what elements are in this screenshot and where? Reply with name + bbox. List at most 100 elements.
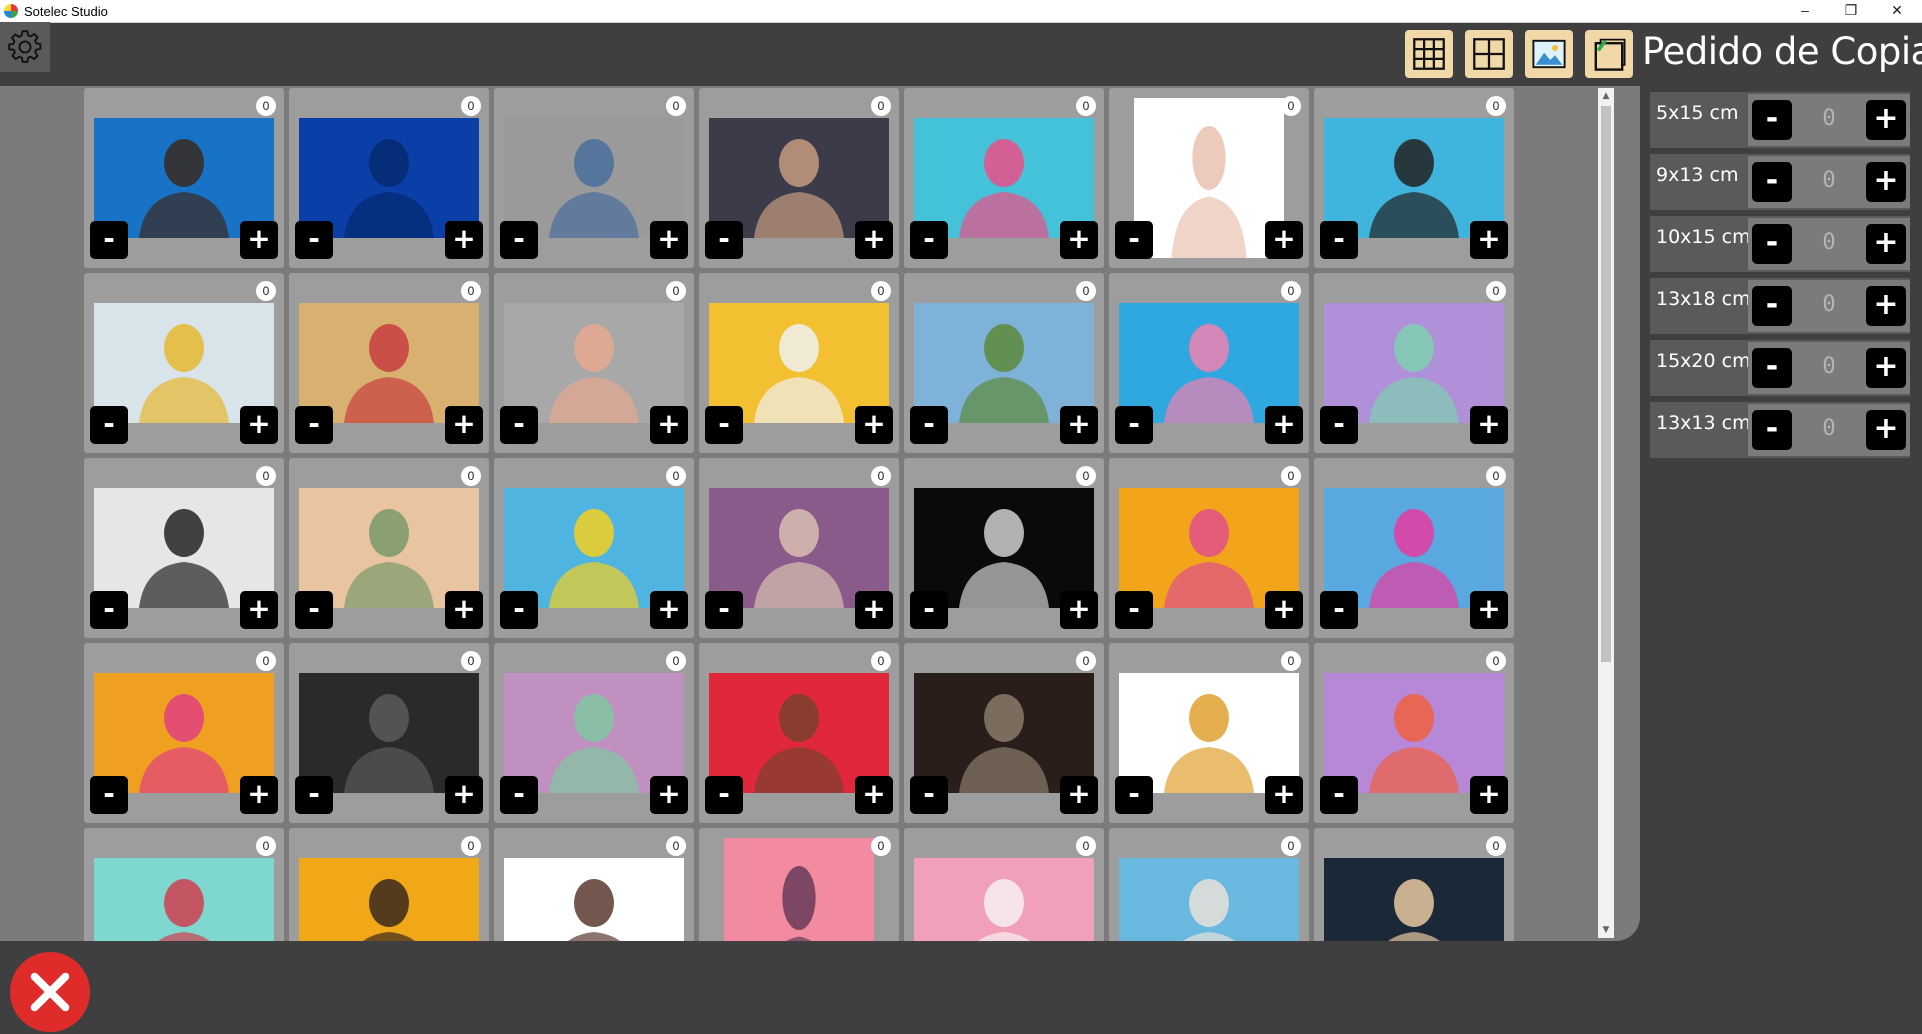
photo-cell[interactable]: 0-+ bbox=[1314, 458, 1514, 638]
photo-thumbnail[interactable] bbox=[724, 838, 874, 941]
size-quantity-field[interactable]: 0 bbox=[1792, 292, 1866, 317]
photo-increment-button[interactable]: + bbox=[1060, 776, 1098, 814]
photo-thumbnail[interactable] bbox=[1324, 303, 1504, 423]
photo-thumbnail[interactable] bbox=[94, 118, 274, 238]
photo-decrement-button[interactable]: - bbox=[705, 221, 743, 259]
photo-cell[interactable]: 0-+ bbox=[1314, 828, 1514, 941]
photo-cell[interactable]: 0-+ bbox=[699, 88, 899, 268]
photo-increment-button[interactable]: + bbox=[1470, 776, 1508, 814]
photo-cell[interactable]: 0-+ bbox=[84, 643, 284, 823]
photo-increment-button[interactable]: + bbox=[240, 406, 278, 444]
photo-cell[interactable]: 0-+ bbox=[84, 273, 284, 453]
photo-decrement-button[interactable]: - bbox=[90, 591, 128, 629]
photo-cell[interactable]: 0-+ bbox=[1109, 828, 1309, 941]
photo-thumbnail[interactable] bbox=[299, 858, 479, 941]
photo-thumbnail[interactable] bbox=[299, 673, 479, 793]
photo-increment-button[interactable]: + bbox=[240, 591, 278, 629]
size-decrement-button[interactable]: - bbox=[1752, 224, 1792, 264]
photo-increment-button[interactable]: + bbox=[240, 776, 278, 814]
photo-thumbnail[interactable] bbox=[94, 858, 274, 941]
photo-decrement-button[interactable]: - bbox=[295, 591, 333, 629]
photo-cell[interactable]: 0-+ bbox=[494, 643, 694, 823]
photo-thumbnail[interactable] bbox=[504, 858, 684, 941]
close-window-button[interactable]: ✕ bbox=[1874, 0, 1920, 22]
grid-small-view-button[interactable] bbox=[1465, 30, 1513, 78]
photo-increment-button[interactable]: + bbox=[445, 591, 483, 629]
size-quantity-field[interactable]: 0 bbox=[1792, 230, 1866, 255]
photo-decrement-button[interactable]: - bbox=[1115, 591, 1153, 629]
photo-cell[interactable]: 0-+ bbox=[84, 88, 284, 268]
size-decrement-button[interactable]: - bbox=[1752, 410, 1792, 450]
size-decrement-button[interactable]: - bbox=[1752, 100, 1792, 140]
photo-gallery[interactable]: 0- +0- +0- +0- +0- +0- +0- +0- +0- +0- +0- +0- +0- +0… bbox=[0, 86, 1640, 941]
photo-thumbnail[interactable] bbox=[1324, 858, 1504, 941]
photo-decrement-button[interactable]: - bbox=[705, 776, 743, 814]
photo-thumbnail[interactable] bbox=[709, 118, 889, 238]
photo-increment-button[interactable]: + bbox=[1470, 406, 1508, 444]
photo-decrement-button[interactable]: - bbox=[295, 776, 333, 814]
photo-thumbnail[interactable] bbox=[1324, 118, 1504, 238]
photo-cell[interactable]: 0-+ bbox=[904, 828, 1104, 941]
size-decrement-button[interactable]: - bbox=[1752, 348, 1792, 388]
photo-cell[interactable]: 0-+ bbox=[1109, 88, 1309, 268]
settings-button[interactable] bbox=[0, 22, 50, 72]
photo-cell[interactable]: 0-+ bbox=[84, 458, 284, 638]
photo-thumbnail[interactable] bbox=[504, 488, 684, 608]
photo-cell[interactable]: 0-+ bbox=[904, 643, 1104, 823]
photo-decrement-button[interactable]: - bbox=[1115, 221, 1153, 259]
photo-thumbnail[interactable] bbox=[94, 303, 274, 423]
photo-cell[interactable]: 0-+ bbox=[494, 273, 694, 453]
photo-decrement-button[interactable]: - bbox=[1115, 776, 1153, 814]
photo-cell[interactable]: 0-+ bbox=[494, 828, 694, 941]
size-quantity-field[interactable]: 0 bbox=[1792, 354, 1866, 379]
photo-cell[interactable]: 0-+ bbox=[84, 828, 284, 941]
photo-increment-button[interactable]: + bbox=[445, 776, 483, 814]
photo-thumbnail[interactable] bbox=[1119, 488, 1299, 608]
photo-decrement-button[interactable]: - bbox=[910, 406, 948, 444]
photo-increment-button[interactable]: + bbox=[855, 591, 893, 629]
photo-cell[interactable]: 0-+ bbox=[1109, 273, 1309, 453]
photo-thumbnail[interactable] bbox=[914, 303, 1094, 423]
size-increment-button[interactable]: + bbox=[1866, 410, 1906, 450]
size-increment-button[interactable]: + bbox=[1866, 224, 1906, 264]
photo-decrement-button[interactable]: - bbox=[1115, 406, 1153, 444]
photo-cell[interactable]: 0-+ bbox=[904, 273, 1104, 453]
photo-cell[interactable]: 0-+ bbox=[289, 458, 489, 638]
photo-thumbnail[interactable] bbox=[299, 303, 479, 423]
size-increment-button[interactable]: + bbox=[1866, 100, 1906, 140]
select-all-button[interactable] bbox=[1585, 30, 1633, 78]
photo-decrement-button[interactable]: - bbox=[1320, 406, 1358, 444]
photo-cell[interactable]: 0-+ bbox=[904, 458, 1104, 638]
photo-cell[interactable]: 0-+ bbox=[699, 273, 899, 453]
photo-increment-button[interactable]: + bbox=[240, 221, 278, 259]
photo-thumbnail[interactable] bbox=[299, 488, 479, 608]
photo-increment-button[interactable]: + bbox=[1060, 221, 1098, 259]
photo-thumbnail[interactable] bbox=[504, 673, 684, 793]
photo-decrement-button[interactable]: - bbox=[705, 591, 743, 629]
photo-increment-button[interactable]: + bbox=[1265, 776, 1303, 814]
scroll-up-arrow-icon[interactable]: ▲ bbox=[1598, 88, 1614, 104]
photo-decrement-button[interactable]: - bbox=[910, 221, 948, 259]
photo-decrement-button[interactable]: - bbox=[1320, 221, 1358, 259]
photo-increment-button[interactable]: + bbox=[650, 221, 688, 259]
photo-thumbnail[interactable] bbox=[709, 303, 889, 423]
photo-increment-button[interactable]: + bbox=[855, 406, 893, 444]
photo-thumbnail[interactable] bbox=[1119, 673, 1299, 793]
photo-increment-button[interactable]: + bbox=[650, 591, 688, 629]
photo-decrement-button[interactable]: - bbox=[500, 776, 538, 814]
photo-decrement-button[interactable]: - bbox=[1320, 591, 1358, 629]
photo-thumbnail[interactable] bbox=[709, 673, 889, 793]
photo-cell[interactable]: 0-+ bbox=[1109, 458, 1309, 638]
size-quantity-field[interactable]: 0 bbox=[1792, 168, 1866, 193]
photo-thumbnail[interactable] bbox=[504, 118, 684, 238]
minimize-button[interactable]: – bbox=[1782, 0, 1828, 22]
photo-cell[interactable]: 0-+ bbox=[699, 643, 899, 823]
photo-decrement-button[interactable]: - bbox=[90, 406, 128, 444]
photo-increment-button[interactable]: + bbox=[855, 776, 893, 814]
photo-increment-button[interactable]: + bbox=[650, 776, 688, 814]
photo-decrement-button[interactable]: - bbox=[1320, 776, 1358, 814]
photo-increment-button[interactable]: + bbox=[1470, 221, 1508, 259]
size-quantity-field[interactable]: 0 bbox=[1792, 416, 1866, 441]
photo-thumbnail[interactable] bbox=[94, 673, 274, 793]
photo-decrement-button[interactable]: - bbox=[295, 221, 333, 259]
